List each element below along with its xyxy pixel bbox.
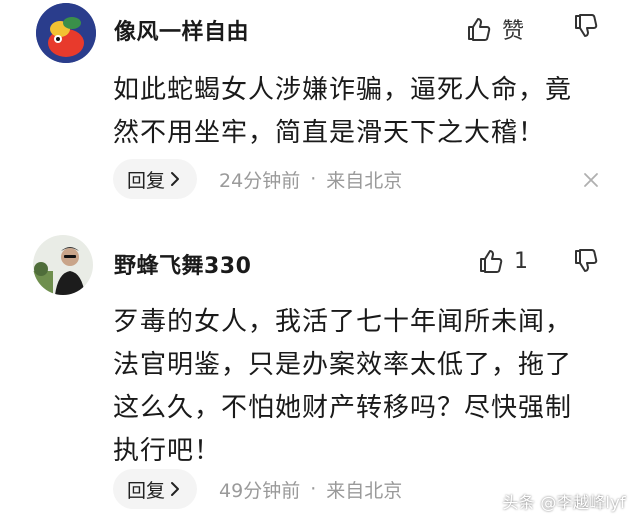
location: 来自北京 xyxy=(326,479,403,502)
reply-label: 回复 xyxy=(127,169,166,192)
thumbs-down-icon xyxy=(575,249,598,272)
like-button[interactable]: 1 xyxy=(478,248,528,274)
comment-meta: 回复 49分钟前 · 来自北京 xyxy=(113,469,402,509)
comment-line: 法官明鉴，只是办案效率太低了，拖了 xyxy=(113,350,573,380)
username[interactable]: 像风一样自由 xyxy=(114,14,249,46)
watermark: 头条 @李越峰lyf xyxy=(502,493,626,512)
username[interactable]: 野蜂飞舞330 xyxy=(114,248,251,280)
comment-line: 这么久，不怕她财产转移吗？尽快强制 xyxy=(113,393,573,423)
reply-button[interactable]: 回复 xyxy=(113,469,198,509)
comment-text: 如此蛇蝎女人涉嫌诈骗，逼死人命，竟 然不用坐牢，简直是滑天下之大稽！ xyxy=(113,69,613,155)
comment-line: 执行吧！ xyxy=(113,436,222,466)
thumbs-down-icon xyxy=(575,14,598,37)
separator: · xyxy=(310,168,317,190)
comment-line: 歹毒的女人，我活了七十年闻所未闻， xyxy=(113,307,573,337)
chevron-right-icon xyxy=(171,482,180,496)
close-button[interactable] xyxy=(582,171,600,193)
comment-item: 野蜂飞舞330 1 歹毒的女人，我活了七十年闻所未闻， 法官明鉴，只是办案效率太… xyxy=(0,222,640,523)
timestamp: 49分钟前 xyxy=(219,479,301,502)
comment-info: 49分钟前 · 来自北京 xyxy=(219,476,402,503)
dislike-button[interactable] xyxy=(573,13,599,43)
like-count: 1 xyxy=(514,248,528,274)
comment-line: 然不用坐牢，简直是滑天下之大稽！ xyxy=(113,118,546,148)
comment-line: 如此蛇蝎女人涉嫌诈骗，逼死人命，竟 xyxy=(113,75,573,105)
avatar[interactable] xyxy=(36,3,96,63)
separator: · xyxy=(310,478,317,500)
avatar-image xyxy=(36,3,96,63)
comment-info: 24分钟前 · 来自北京 xyxy=(219,166,402,193)
avatar-image xyxy=(33,235,93,295)
close-icon xyxy=(584,173,598,187)
chevron-right-icon xyxy=(171,172,180,186)
dislike-button[interactable] xyxy=(573,248,599,278)
location: 来自北京 xyxy=(326,169,403,192)
thumbs-up-icon xyxy=(480,250,503,273)
comment-item: 像风一样自由 赞 如此蛇蝎女人涉嫌诈骗，逼死人命，竟 然不用坐牢，简直是滑天下之… xyxy=(0,0,640,215)
like-label: 赞 xyxy=(502,19,525,44)
thumbs-up-icon xyxy=(468,18,491,41)
reply-button[interactable]: 回复 xyxy=(113,159,198,199)
like-button[interactable]: 赞 xyxy=(466,13,524,45)
timestamp: 24分钟前 xyxy=(219,169,301,192)
comment-text: 歹毒的女人，我活了七十年闻所未闻， 法官明鉴，只是办案效率太低了，拖了 这么久，… xyxy=(113,301,613,473)
reply-label: 回复 xyxy=(127,479,166,502)
comment-meta: 回复 24分钟前 · 来自北京 xyxy=(113,159,402,199)
avatar[interactable] xyxy=(33,235,93,295)
